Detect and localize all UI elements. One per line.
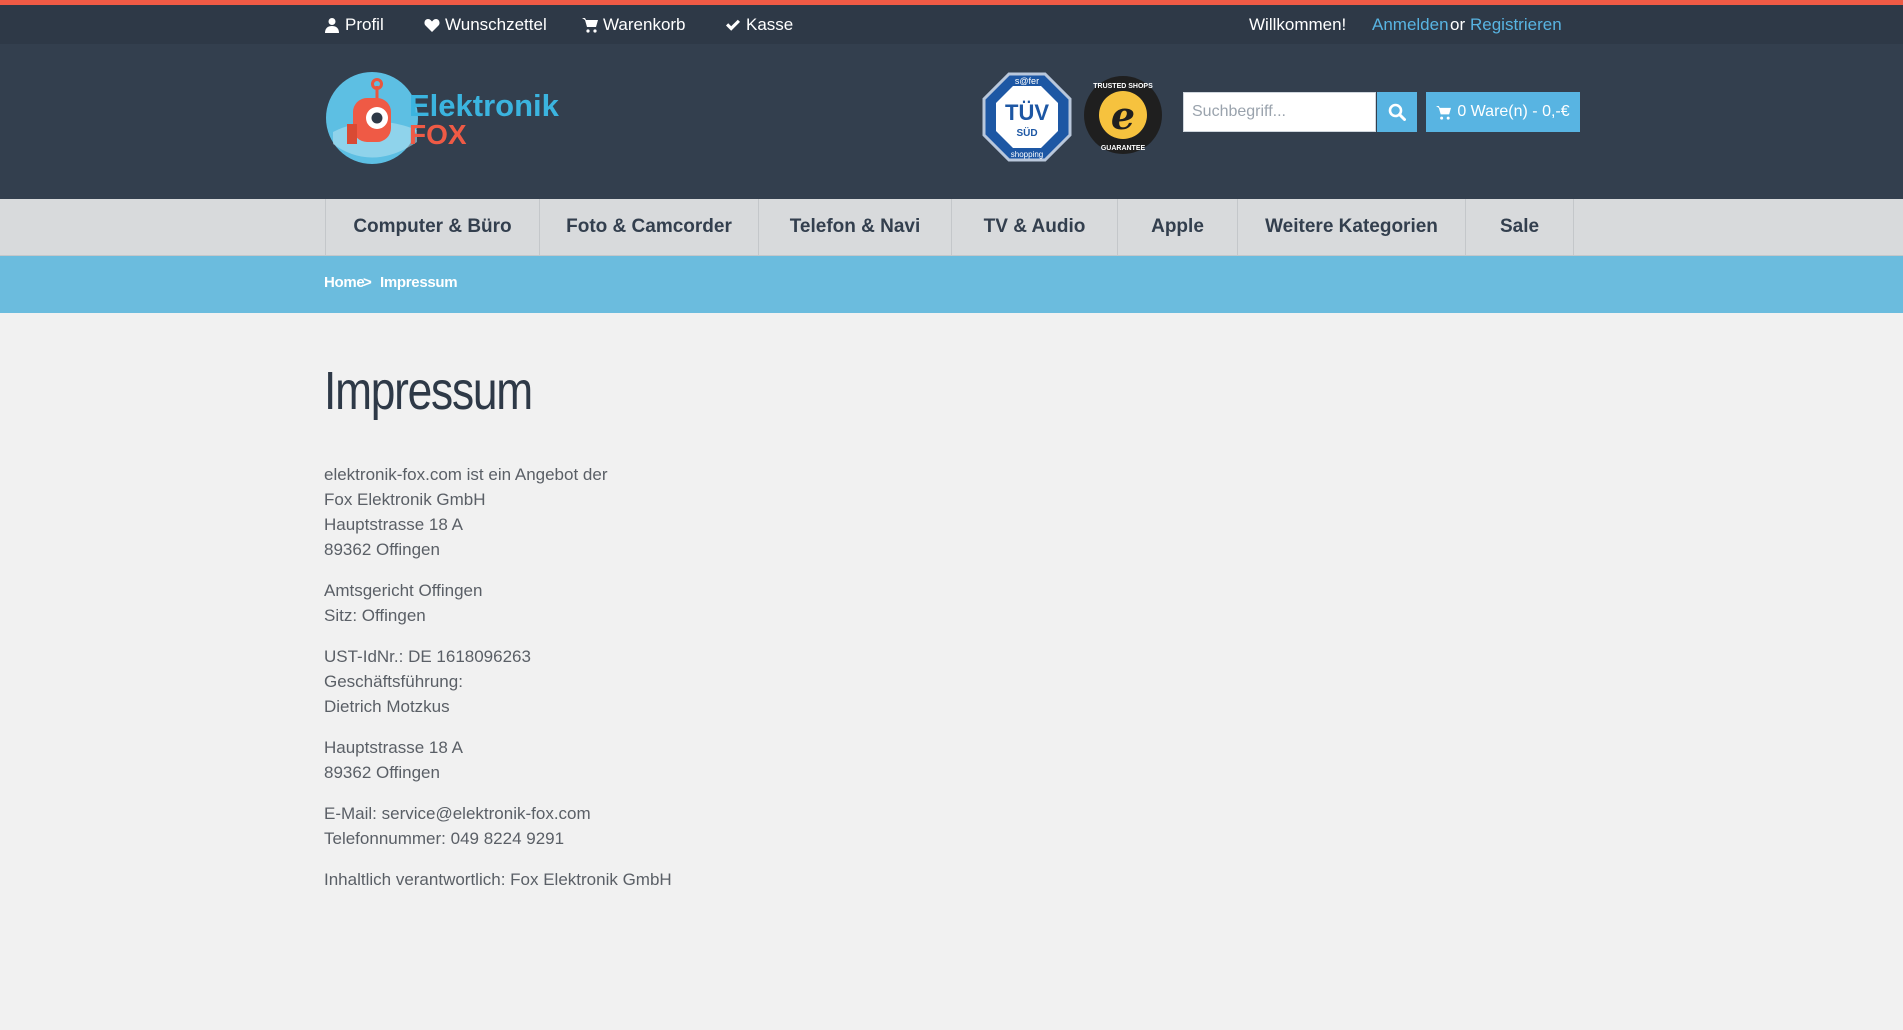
cart-link[interactable]: Warenkorb (582, 15, 686, 35)
responsible-line: Inhaltlich verantwortlich: Fox Elektroni… (324, 870, 672, 889)
svg-text:FOX: FOX (409, 119, 467, 150)
checkout-link-label: Kasse (746, 15, 794, 34)
svg-text:s@fer: s@fer (1015, 76, 1039, 86)
cart-icon (582, 18, 598, 33)
address-line: Hauptstrasse 18 A (324, 738, 463, 757)
elektronik-fox-logo[interactable]: Elektronik FOX (325, 72, 565, 172)
search-button[interactable] (1377, 92, 1417, 132)
company-line: elektronik-fox.com ist ein Angebot der (324, 465, 608, 484)
svg-text:Elektronik: Elektronik (409, 88, 560, 123)
company-line: Hauptstrasse 18 A (324, 515, 463, 534)
profile-link-label: Profil (345, 15, 384, 34)
wishlist-link[interactable]: Wunschzettel (424, 15, 547, 35)
court-block: Amtsgericht Offingen Sitz: Offingen (324, 578, 672, 628)
page-title: Impressum (324, 361, 533, 421)
svg-text:TÜV: TÜV (1005, 100, 1049, 125)
trusted-shops-seal[interactable]: e TRUSTED SHOPS GUARANTEE (1083, 75, 1163, 155)
breadcrumb-separator: > (363, 274, 372, 291)
login-link[interactable]: Anmelden (1372, 15, 1449, 35)
tuv-sud-seal[interactable]: s@fer TÜV SÜD shopping (982, 72, 1072, 162)
email-line: E-Mail: service@elektronik-fox.com (324, 804, 591, 823)
breadcrumb-current[interactable]: Impressum (380, 274, 458, 291)
heart-icon (424, 19, 440, 32)
check-icon (726, 19, 740, 31)
svg-text:GUARANTEE: GUARANTEE (1101, 145, 1146, 152)
or-text: or (1450, 15, 1466, 34)
nav-item-sale[interactable]: Sale (1465, 199, 1574, 255)
impressum-content: elektronik-fox.com ist ein Angebot der F… (324, 462, 672, 908)
main-navigation: Computer & Büro Foto & Camcorder Telefon… (0, 199, 1903, 256)
svg-text:SÜD: SÜD (1016, 126, 1037, 139)
company-line: Fox Elektronik GmbH (324, 490, 486, 509)
search-icon (1388, 103, 1406, 121)
cart-link-label: Warenkorb (603, 15, 686, 34)
contact-block: E-Mail: service@elektronik-fox.com Telef… (324, 801, 672, 851)
svg-text:shopping: shopping (1011, 150, 1043, 159)
wishlist-link-label: Wunschzettel (445, 15, 547, 34)
address-block: Hauptstrasse 18 A 89362 Offingen (324, 735, 672, 785)
svg-text:e: e (1111, 93, 1135, 138)
court-line: Amtsgericht Offingen (324, 581, 483, 600)
address-line: 89362 Offingen (324, 763, 440, 782)
register-link[interactable]: Registrieren (1470, 15, 1562, 35)
tax-line: Dietrich Motzkus (324, 697, 450, 716)
profile-link[interactable]: Profil (324, 15, 384, 35)
company-line: 89362 Offingen (324, 540, 440, 559)
breadcrumb: Home > Impressum (0, 256, 1903, 313)
nav-item-apple[interactable]: Apple (1117, 199, 1237, 255)
svg-text:TRUSTED SHOPS: TRUSTED SHOPS (1093, 83, 1153, 90)
cart-icon (1436, 105, 1452, 120)
nav-item-foto-camcorder[interactable]: Foto & Camcorder (539, 199, 758, 255)
court-line: Sitz: Offingen (324, 606, 426, 625)
mini-cart-label: 0 Ware(n) - 0,-€ (1457, 103, 1570, 120)
nav-item-computer-buero[interactable]: Computer & Büro (325, 199, 539, 255)
tax-line: UST-IdNr.: DE 1618096263 (324, 647, 531, 666)
nav-item-tv-audio[interactable]: TV & Audio (951, 199, 1117, 255)
tax-management-block: UST-IdNr.: DE 1618096263 Geschäftsführun… (324, 644, 672, 719)
nav-item-telefon-navi[interactable]: Telefon & Navi (758, 199, 951, 255)
tax-line: Geschäftsführung: (324, 672, 463, 691)
top-bar: Profil Wunschzettel Warenkorb Kasse Will… (0, 5, 1903, 44)
breadcrumb-home[interactable]: Home (324, 274, 365, 291)
site-header: Elektronik FOX s@fer TÜV SÜD shopping e … (0, 44, 1903, 199)
search-input[interactable] (1183, 92, 1376, 132)
mini-cart-button[interactable]: 0 Ware(n) - 0,-€ (1426, 92, 1580, 132)
welcome-text: Willkommen! (1249, 15, 1347, 34)
responsible-block: Inhaltlich verantwortlich: Fox Elektroni… (324, 867, 672, 892)
checkout-link[interactable]: Kasse (725, 15, 793, 35)
phone-line: Telefonnummer: 049 8224 9291 (324, 829, 565, 848)
user-icon (325, 18, 339, 33)
company-block: elektronik-fox.com ist ein Angebot der F… (324, 462, 672, 562)
nav-item-weitere-kategorien[interactable]: Weitere Kategorien (1237, 199, 1465, 255)
